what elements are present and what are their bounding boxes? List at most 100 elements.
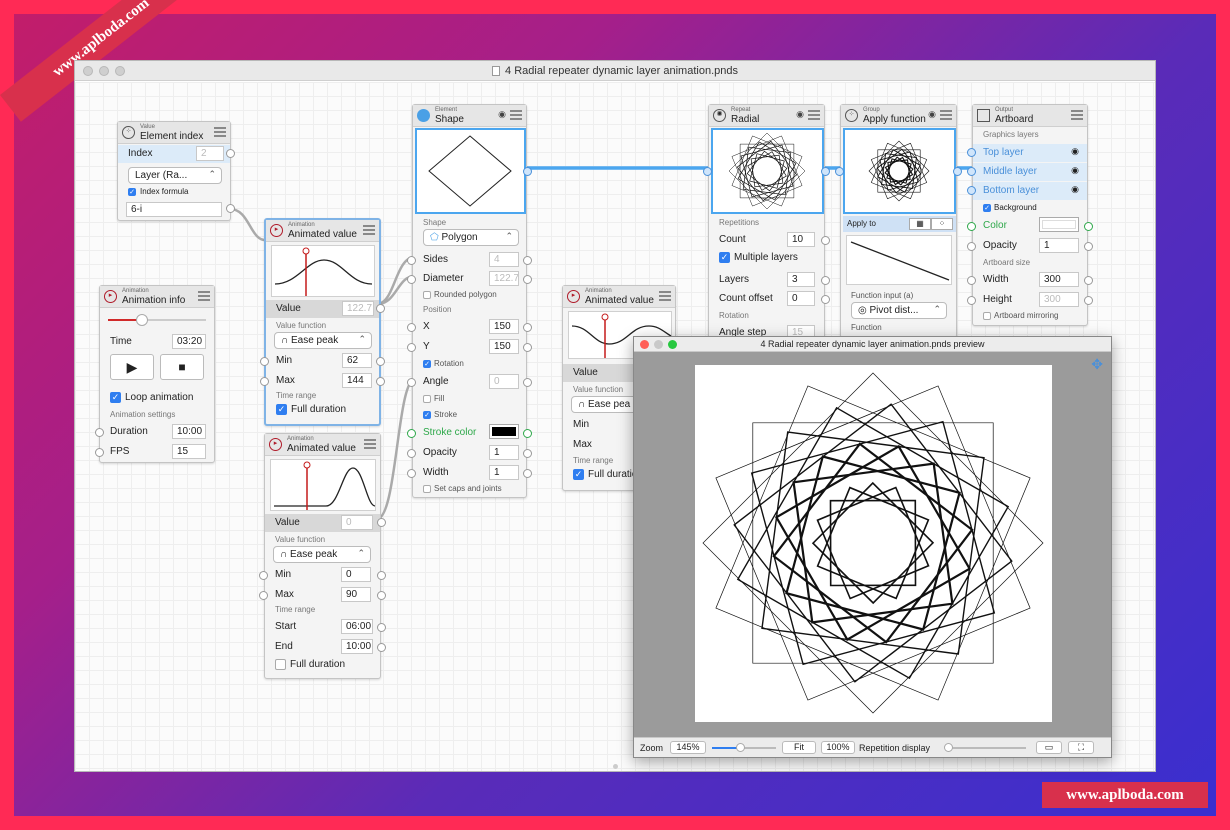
color-out-port[interactable] <box>1084 222 1093 231</box>
node-header[interactable]: ⁘ Value Element index <box>118 122 230 144</box>
zoom-button[interactable] <box>115 66 125 76</box>
menu-icon[interactable] <box>940 110 952 120</box>
time-field[interactable]: 03:20 <box>172 334 206 349</box>
width-field[interactable]: 300 <box>1039 272 1079 287</box>
func-popup[interactable]: ∩ Ease peak ⌃ <box>274 332 372 349</box>
time-slider-knob[interactable] <box>136 314 148 326</box>
scroll-indicator[interactable] <box>613 764 618 769</box>
menu-icon[interactable] <box>510 110 522 120</box>
node-header[interactable]: ▸ Animation Animated value <box>563 286 675 308</box>
height-field[interactable]: 300 <box>1039 292 1079 307</box>
preview-window[interactable]: 4 Radial repeater dynamic layer animatio… <box>633 336 1112 758</box>
value-field[interactable]: 122.7 <box>342 301 374 316</box>
x-field[interactable]: 150 <box>489 319 519 334</box>
multi-layers-checkbox[interactable]: ✓ <box>719 252 730 263</box>
caps-checkbox[interactable] <box>423 485 431 493</box>
layer-popup[interactable]: Layer (Ra... ⌃ <box>128 167 222 184</box>
start-port[interactable] <box>377 623 386 632</box>
bottom-layer-port[interactable] <box>967 186 976 195</box>
opacity-in-port[interactable] <box>407 449 416 458</box>
eye-icon[interactable]: ◉ <box>1071 165 1079 176</box>
angle-out-port[interactable] <box>523 378 532 387</box>
fullscreen-button[interactable]: ⛶ <box>1068 741 1094 754</box>
node-header[interactable]: ▸ Animation Animated value <box>266 220 379 242</box>
stop-button[interactable]: ■ <box>160 354 204 380</box>
opacity-out-port[interactable] <box>1084 242 1093 251</box>
time-slider[interactable] <box>108 314 206 326</box>
preview-titlebar[interactable]: 4 Radial repeater dynamic layer animatio… <box>634 337 1111 352</box>
width-out-port[interactable] <box>523 469 532 478</box>
menu-icon[interactable] <box>364 439 376 449</box>
apply-scatter-button[interactable]: ⁘ <box>931 218 953 230</box>
close-button[interactable] <box>83 66 93 76</box>
radial-node[interactable]: ✺ Repeat Radial ◉ Repetitions Count 10 ✓… <box>703 104 830 344</box>
angle-field[interactable]: 0 <box>489 374 519 389</box>
index-port[interactable] <box>226 149 235 158</box>
fps-port[interactable] <box>95 448 104 457</box>
width-in-port[interactable] <box>407 469 416 478</box>
value-output-port[interactable] <box>377 518 386 527</box>
menu-icon[interactable] <box>659 291 671 301</box>
full-duration-checkbox[interactable]: ✓ <box>573 469 584 480</box>
zoom-slider[interactable] <box>712 743 776 752</box>
y-out-port[interactable] <box>523 343 532 352</box>
radial-output-port[interactable] <box>821 167 830 176</box>
color-in-port[interactable] <box>967 222 976 231</box>
apply-input-port[interactable] <box>835 167 844 176</box>
rotation-checkbox[interactable]: ✓ <box>423 360 431 368</box>
apply-grid-button[interactable]: ▦ <box>909 218 931 230</box>
zoom-slider-knob[interactable] <box>736 743 745 752</box>
middle-layer-row[interactable]: Middle layer ◉ <box>973 163 1087 181</box>
node-header[interactable]: ▸ Animation Animation info <box>100 286 214 308</box>
fit-button[interactable]: Fit <box>782 741 816 754</box>
index-field[interactable]: 2 <box>196 146 224 161</box>
min-field[interactable]: 0 <box>341 567 371 582</box>
fps-field[interactable]: 15 <box>172 444 206 459</box>
min-field[interactable]: 62 <box>342 353 372 368</box>
layers-port[interactable] <box>821 276 830 285</box>
eye-icon[interactable]: ◉ <box>796 109 804 120</box>
menu-icon[interactable] <box>214 127 226 137</box>
formula-checkbox[interactable]: ✓ <box>128 188 136 196</box>
max-field[interactable]: 90 <box>341 587 371 602</box>
preview-close-button[interactable] <box>640 340 649 349</box>
formula-field[interactable]: 6-i <box>126 202 222 217</box>
diameter-out-port[interactable] <box>523 275 532 284</box>
max-out-port[interactable] <box>376 377 385 386</box>
func-popup[interactable]: ∩ Ease peak ⌃ <box>273 546 371 563</box>
start-field[interactable]: 06:00 <box>341 619 373 634</box>
offset-field[interactable]: 0 <box>787 291 815 306</box>
end-field[interactable]: 10:00 <box>341 639 373 654</box>
sides-out-port[interactable] <box>523 256 532 265</box>
shape-popup[interactable]: ⬠ Polygon ⌃ <box>423 229 519 246</box>
y-field[interactable]: 150 <box>489 339 519 354</box>
count-field[interactable]: 10 <box>787 232 815 247</box>
top-layer-port[interactable] <box>967 148 976 157</box>
stroke-color-out-port[interactable] <box>523 429 532 438</box>
play-button[interactable]: ▶ <box>110 354 154 380</box>
zoom-value-field[interactable]: 145% <box>670 741 706 754</box>
sides-in-port[interactable] <box>407 256 416 265</box>
max-port[interactable] <box>260 377 269 386</box>
loop-checkbox[interactable]: ✓ <box>110 392 121 403</box>
layers-field[interactable]: 3 <box>787 272 815 287</box>
shape-node[interactable]: Element Shape ◉ Shape ⬠ Polygon ⌃ Sides 4… <box>407 104 532 498</box>
value-output-port[interactable] <box>376 304 385 313</box>
node-header[interactable]: ⁘ Group Apply function ◉ <box>841 105 956 127</box>
formula-port[interactable] <box>226 204 235 213</box>
fill-checkbox[interactable] <box>423 395 431 403</box>
max-out-port[interactable] <box>377 591 386 600</box>
animation-info-node[interactable]: ▸ Animation Animation info Time 03:20 ▶ … <box>95 285 215 463</box>
opacity-out-port[interactable] <box>523 449 532 458</box>
repetition-slider[interactable] <box>944 743 1026 752</box>
animated-value-node-1[interactable]: ▸ Animation Animated value Value 122.7 V… <box>260 218 385 426</box>
eye-icon[interactable]: ◉ <box>1071 184 1079 195</box>
y-in-port[interactable] <box>407 343 416 352</box>
apply-output-port[interactable] <box>953 167 962 176</box>
radial-input-port[interactable] <box>703 167 712 176</box>
diameter-field[interactable]: 122.7 <box>489 271 519 286</box>
full-duration-checkbox[interactable]: ✓ <box>276 404 287 415</box>
eye-icon[interactable]: ◉ <box>498 109 506 120</box>
node-header[interactable]: ✺ Repeat Radial ◉ <box>709 105 824 127</box>
min-out-port[interactable] <box>376 357 385 366</box>
